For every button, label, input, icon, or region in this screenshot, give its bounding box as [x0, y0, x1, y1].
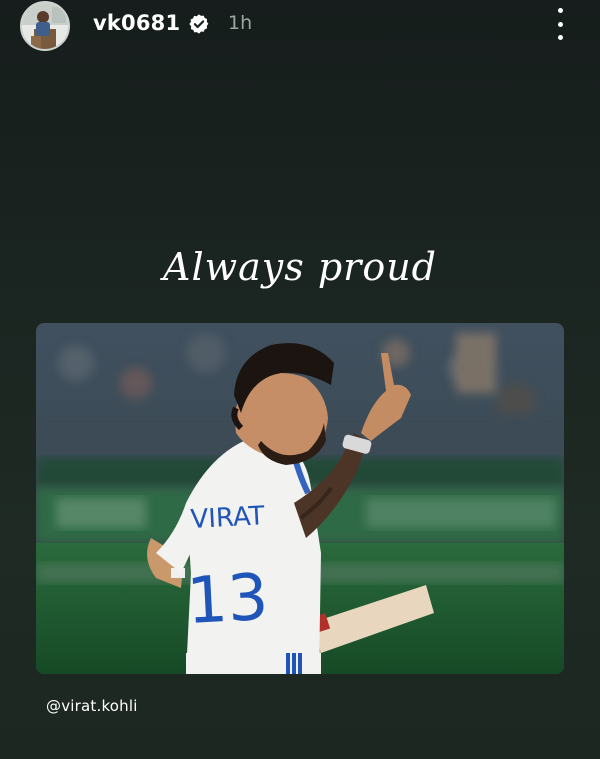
story-header: vk0681 1h: [0, 0, 600, 51]
menu-dot: [557, 8, 563, 13]
jersey-name: VIRAT: [190, 501, 266, 535]
story-caption: Always proud: [163, 245, 437, 289]
jersey-number: 13: [185, 561, 270, 639]
post-time: 1h: [228, 12, 253, 34]
mention-tag[interactable]: @virat.kohli: [46, 697, 138, 715]
more-vertical-icon[interactable]: [550, 8, 570, 40]
story-photo[interactable]: VIRAT 13: [36, 323, 564, 674]
username[interactable]: vk0681: [93, 11, 180, 35]
menu-dot: [557, 21, 563, 27]
story-view[interactable]: vk0681 1h Always proud VIRAT 13 @virat.k…: [0, 0, 600, 759]
profile-avatar[interactable]: [20, 1, 70, 51]
avatar-image: [22, 3, 68, 49]
verified-badge-icon: [189, 14, 209, 34]
menu-dot: [557, 35, 563, 40]
cricketer-photo: VIRAT 13: [36, 323, 564, 674]
